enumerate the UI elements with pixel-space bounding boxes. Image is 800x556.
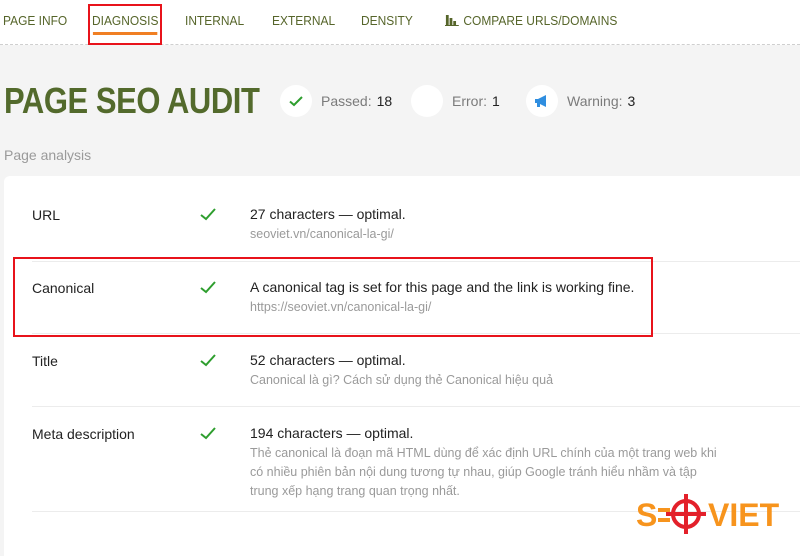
tab-internal[interactable]: INTERNAL (185, 13, 244, 28)
check-icon (200, 427, 216, 445)
error-count: 1 (492, 93, 500, 109)
section-label: Page analysis (4, 147, 92, 163)
check-icon (200, 281, 216, 299)
table-row-title: Title 52 characters — optimal. Canonical… (32, 334, 800, 407)
check-icon (200, 208, 216, 226)
tab-compare-label: COMPARE URLS/DOMAINS (463, 13, 618, 28)
passed-stat: Passed: 18 (280, 85, 392, 117)
check-icon (200, 354, 216, 372)
warning-label: Warning: (567, 93, 623, 109)
error-stat: Error: 1 (411, 85, 500, 117)
error-icon (411, 85, 443, 117)
row-name: Title (32, 353, 58, 369)
tab-diagnosis[interactable]: DIAGNOSIS (92, 13, 158, 35)
row-sub-text: https://seoviet.vn/canonical-la-gi/ (250, 300, 432, 314)
row-main-text: 52 characters — optimal. (250, 352, 406, 368)
error-label: Error: (452, 93, 487, 109)
tab-bar: PAGE INFO DIAGNOSIS INTERNAL EXTERNAL DE… (0, 0, 800, 45)
row-name: Canonical (32, 280, 95, 296)
row-main-text: 27 characters — optimal. (250, 206, 406, 222)
megaphone-icon (526, 85, 558, 117)
tab-compare-urls-domains[interactable]: COMPARE URLS/DOMAINS (445, 13, 617, 28)
tab-page-info[interactable]: PAGE INFO (3, 13, 67, 28)
logo-s: S (636, 497, 657, 533)
row-main-text: A canonical tag is set for this page and… (250, 279, 635, 295)
seoviet-logo: S VIET (636, 492, 796, 536)
page-title: PAGE SEO AUDIT (4, 80, 260, 121)
tab-density[interactable]: DENSITY (361, 13, 413, 28)
tab-external[interactable]: EXTERNAL (272, 13, 335, 28)
passed-count: 18 (376, 93, 393, 109)
row-sub-text: seoviet.vn/canonical-la-gi/ (250, 227, 394, 241)
passed-label: Passed: (321, 93, 372, 109)
row-sub-text: Canonical là gì? Cách sử dụng thẻ Canoni… (250, 373, 554, 387)
row-main-text: 194 characters — optimal. (250, 425, 414, 441)
table-row-canonical: Canonical A canonical tag is set for thi… (32, 261, 800, 334)
table-row-url: URL 27 characters — optimal. seoviet.vn/… (32, 176, 800, 262)
row-name: URL (32, 207, 61, 223)
warning-count: 3 (627, 93, 636, 109)
bar-chart-icon (445, 14, 459, 26)
target-icon (666, 494, 706, 534)
logo-viet: VIET (708, 497, 780, 533)
check-icon (280, 85, 312, 117)
warning-stat: Warning: 3 (526, 85, 635, 117)
row-name: Meta description (32, 426, 135, 442)
